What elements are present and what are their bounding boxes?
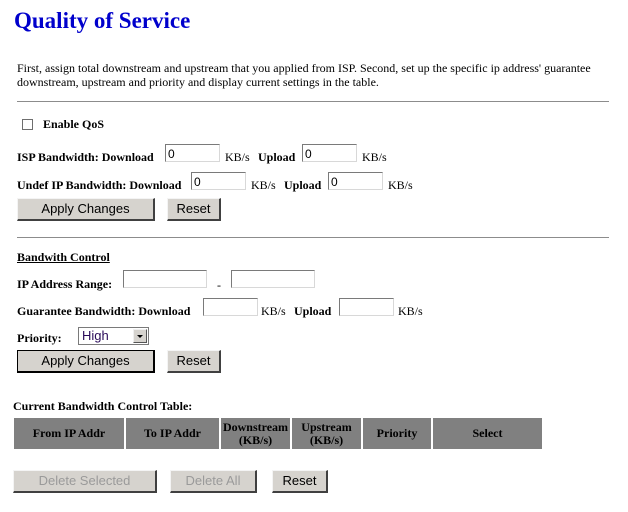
- enable-qos-label: Enable QoS: [43, 117, 105, 131]
- ip-range-label: IP Address Range:: [17, 277, 113, 291]
- column-header-select: Select: [433, 418, 542, 449]
- isp-upload-unit: KB/s: [362, 150, 387, 164]
- isp-download-unit: KB/s: [225, 150, 250, 164]
- bandwidth-apply-changes-button[interactable]: Apply Changes: [17, 350, 155, 373]
- ip-range-separator: -: [217, 278, 221, 292]
- bandwidth-control-heading: Bandwith Control: [17, 250, 110, 264]
- guarantee-upload-label: Upload: [294, 304, 332, 318]
- ip-from-input[interactable]: [123, 270, 207, 288]
- undef-upload-unit: KB/s: [388, 178, 413, 192]
- guarantee-upload-input[interactable]: [339, 298, 394, 316]
- column-header-priority: Priority: [363, 418, 431, 449]
- table-caption: Current Bandwidth Control Table:: [13, 399, 193, 413]
- isp-upload-input[interactable]: 0: [302, 144, 357, 162]
- column-header-upstream: Upstream (KB/s): [292, 418, 361, 449]
- priority-label: Priority:: [17, 331, 62, 345]
- guarantee-bandwidth-label: Guarantee Bandwidth: Download: [17, 304, 191, 318]
- divider-top: [17, 101, 609, 102]
- page-description: First, assign total downstream and upstr…: [17, 61, 591, 89]
- undef-download-input[interactable]: 0: [191, 172, 246, 190]
- chevron-down-icon[interactable]: [133, 329, 147, 343]
- guarantee-download-unit: KB/s: [261, 304, 286, 318]
- table-reset-button[interactable]: Reset: [272, 470, 328, 493]
- enable-qos-checkbox[interactable]: [22, 119, 33, 130]
- undef-upload-input[interactable]: 0: [328, 172, 383, 190]
- table-header-row: From IP Addr To IP Addr Downstream (KB/s)…: [14, 418, 542, 449]
- delete-all-button[interactable]: Delete All: [170, 470, 257, 493]
- page-title: Quality of Service: [14, 8, 191, 33]
- bandwidth-control-table: From IP Addr To IP Addr Downstream (KB/s)…: [12, 416, 544, 451]
- delete-selected-button[interactable]: Delete Selected: [13, 470, 157, 493]
- isp-upload-label: Upload: [258, 150, 296, 164]
- guarantee-upload-unit: KB/s: [398, 304, 423, 318]
- undef-ip-bandwidth-label: Undef IP Bandwidth: Download: [17, 178, 182, 192]
- qos-apply-changes-button[interactable]: Apply Changes: [17, 198, 155, 221]
- guarantee-download-input[interactable]: [203, 298, 258, 316]
- qos-reset-button[interactable]: Reset: [167, 198, 221, 221]
- undef-download-unit: KB/s: [251, 178, 276, 192]
- column-header-from-ip: From IP Addr: [14, 418, 124, 449]
- isp-download-input[interactable]: 0: [165, 144, 220, 162]
- column-header-to-ip: To IP Addr: [126, 418, 219, 449]
- isp-bandwidth-label: ISP Bandwidth: Download: [17, 150, 154, 164]
- column-header-downstream: Downstream (KB/s): [221, 418, 290, 449]
- priority-select-value: High: [82, 328, 109, 343]
- undef-upload-label: Upload: [284, 178, 322, 192]
- ip-to-input[interactable]: [231, 270, 315, 288]
- priority-select[interactable]: High: [78, 327, 149, 345]
- bandwidth-reset-button[interactable]: Reset: [167, 350, 221, 373]
- divider-middle: [17, 237, 609, 238]
